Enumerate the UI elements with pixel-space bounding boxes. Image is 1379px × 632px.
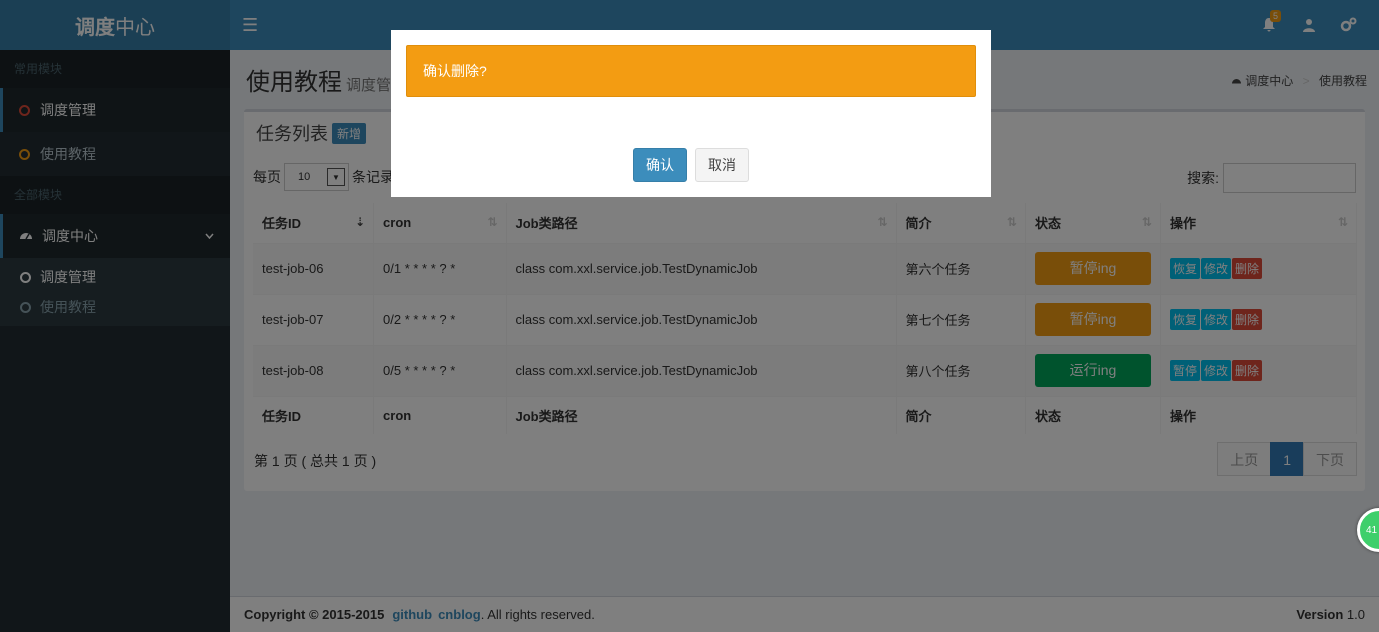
confirm-button[interactable]: 确认 [633, 148, 687, 182]
cancel-button[interactable]: 取消 [695, 148, 749, 182]
dialog-buttons: 确认 取消 [391, 148, 991, 182]
confirm-dialog: 确认删除? 确认 取消 [391, 30, 991, 197]
confirm-message: 确认删除? [406, 45, 976, 97]
